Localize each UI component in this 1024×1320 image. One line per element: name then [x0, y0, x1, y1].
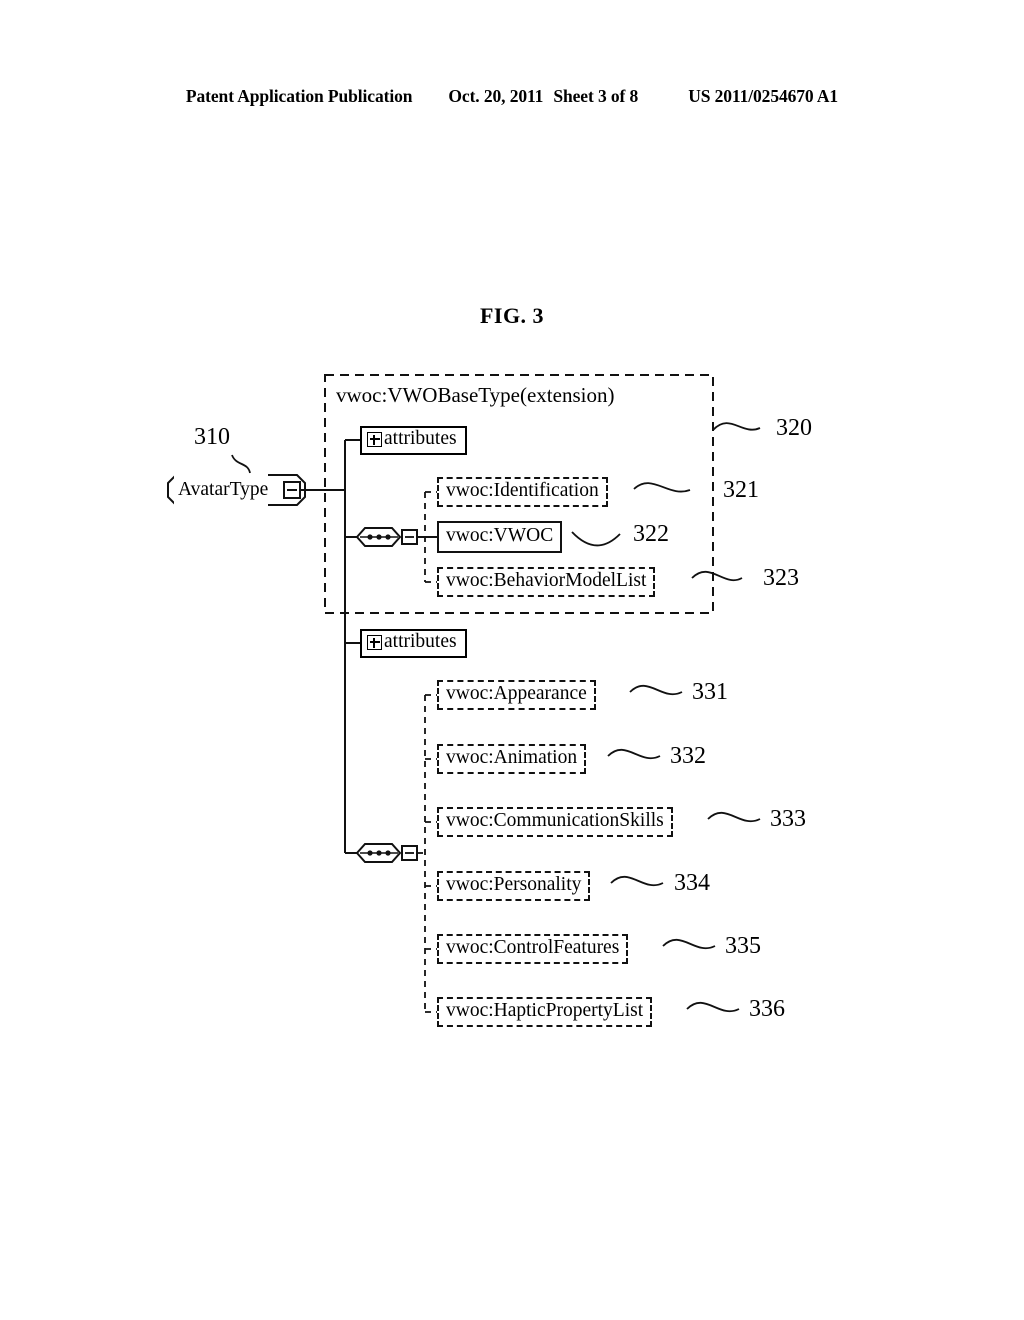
- ref-332: 332: [670, 743, 706, 769]
- plus-icon[interactable]: [367, 635, 382, 650]
- element-identification-label: vwoc:Identification: [446, 479, 599, 501]
- element-behaviormodellist-label: vwoc:BehaviorModelList: [446, 569, 647, 591]
- element-identification[interactable]: vwoc:Identification: [437, 477, 608, 507]
- ref-321: 321: [723, 477, 759, 503]
- leader-320: [712, 422, 761, 431]
- leader-323: [691, 570, 743, 581]
- attributes-label-2: attributes: [384, 631, 457, 653]
- element-hapticpropertylist-label: vwoc:HapticPropertyList: [446, 999, 644, 1021]
- element-animation[interactable]: vwoc:Animation: [437, 744, 587, 774]
- ref-322: 322: [633, 521, 669, 547]
- plus-icon[interactable]: [367, 432, 382, 447]
- element-vwoc-label: vwoc:VWOC: [446, 524, 554, 546]
- leader-310: [231, 454, 251, 474]
- element-vwoc[interactable]: vwoc:VWOC: [437, 521, 563, 553]
- leader-331: [629, 684, 683, 695]
- element-controlfeatures-label: vwoc:ControlFeatures: [446, 936, 620, 958]
- sequence-icon-2[interactable]: [355, 843, 402, 863]
- attributes-box-own[interactable]: attributes: [360, 629, 467, 658]
- ref-336: 336: [749, 996, 785, 1022]
- element-animation-label: vwoc:Animation: [446, 746, 578, 768]
- element-communicationskills[interactable]: vwoc:CommunicationSkills: [437, 807, 673, 837]
- ref-323: 323: [763, 565, 799, 591]
- element-personality[interactable]: vwoc:Personality: [437, 871, 591, 901]
- leader-333: [707, 811, 761, 822]
- diagram-canvas: [167, 374, 761, 1013]
- element-hapticpropertylist[interactable]: vwoc:HapticPropertyList: [437, 997, 653, 1027]
- avatar-type-node[interactable]: AvatarType: [174, 474, 269, 506]
- extension-group-label: vwoc:VWOBaseType(extension): [336, 383, 615, 407]
- ref-320: 320: [776, 415, 812, 441]
- sequence-icon-1[interactable]: [355, 527, 402, 547]
- element-appearance-label: vwoc:Appearance: [446, 682, 587, 704]
- patent-drawing-page: Patent Application Publication Oct. 20, …: [0, 0, 1024, 1320]
- element-controlfeatures[interactable]: vwoc:ControlFeatures: [437, 934, 629, 964]
- ref-331: 331: [692, 679, 728, 705]
- element-personality-label: vwoc:Personality: [446, 873, 582, 895]
- leader-332: [607, 748, 661, 759]
- element-behaviormodellist[interactable]: vwoc:BehaviorModelList: [437, 567, 656, 597]
- ref-333: 333: [770, 806, 806, 832]
- ref-335: 335: [725, 933, 761, 959]
- leader-322: [571, 531, 621, 547]
- ref-310: 310: [194, 424, 230, 450]
- leader-334: [610, 875, 664, 886]
- element-appearance[interactable]: vwoc:Appearance: [437, 680, 596, 710]
- leader-321: [633, 482, 691, 493]
- ref-334: 334: [674, 870, 710, 896]
- element-communicationskills-label: vwoc:CommunicationSkills: [446, 809, 664, 831]
- leader-335: [662, 938, 716, 949]
- avatar-type-label: AvatarType: [178, 479, 269, 500]
- leader-336: [686, 1001, 740, 1012]
- attributes-box-extension[interactable]: attributes: [360, 426, 467, 455]
- attributes-label-1: attributes: [384, 428, 457, 450]
